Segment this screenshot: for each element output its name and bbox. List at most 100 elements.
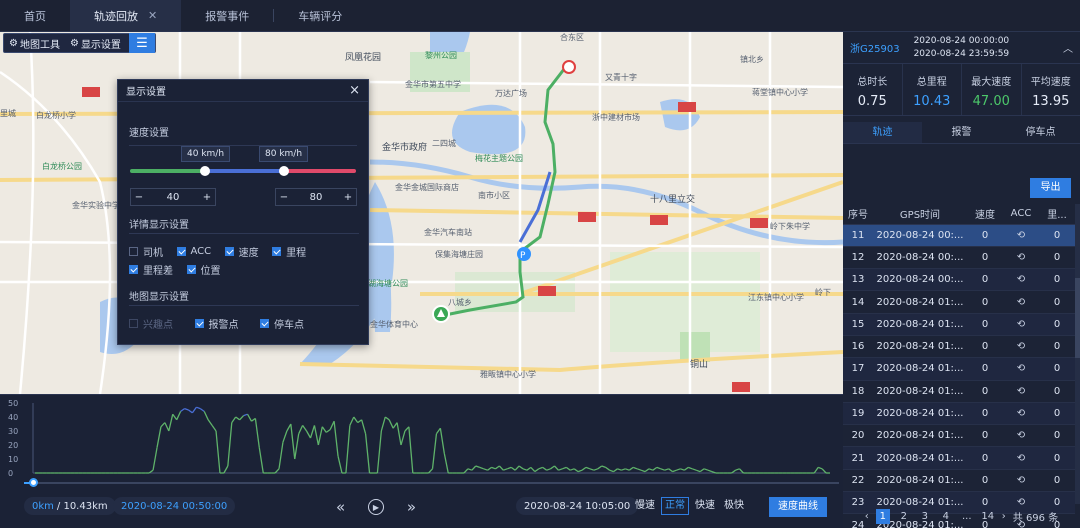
map-label: 里城 xyxy=(0,109,16,118)
checkbox-alarm-points[interactable]: 报警点 xyxy=(194,316,239,331)
checkbox-label: 停车点 xyxy=(274,320,304,331)
plus-icon[interactable]: + xyxy=(340,192,356,203)
minus-icon[interactable]: − xyxy=(276,192,292,203)
checkbox-box xyxy=(186,265,196,274)
page-button[interactable]: 14 xyxy=(981,509,995,524)
current-time-display: 2020-08-24 00:50:00 xyxy=(113,497,236,515)
checkbox-driver[interactable]: 司机 xyxy=(129,244,163,259)
low-speed-handle[interactable] xyxy=(200,166,210,176)
tab-home[interactable]: 首页 xyxy=(0,0,70,31)
map-label: 保集海塘庄园 xyxy=(435,250,483,259)
speed-line-segment xyxy=(514,465,520,471)
map-label: 十八里立交 xyxy=(650,195,696,205)
high-speed-value[interactable]: 80 xyxy=(292,192,340,203)
table-row[interactable]: 16 2020-08-24 01:... 0 ⟲ 0 xyxy=(843,335,1075,359)
menu-icon[interactable]: ☰ xyxy=(128,33,155,53)
page-button[interactable]: 4 xyxy=(939,509,953,524)
page-button[interactable]: 2 xyxy=(897,509,911,524)
scrollbar-thumb[interactable] xyxy=(1075,278,1080,358)
checkbox-location[interactable]: 位置 xyxy=(186,262,221,277)
map-label: 金华体育中心 xyxy=(370,320,418,329)
chevron-up-icon[interactable]: ︿ xyxy=(1063,40,1073,55)
row-mileage: 0 xyxy=(1039,446,1075,470)
plus-icon[interactable]: + xyxy=(199,192,215,203)
play-icon[interactable]: ▶ xyxy=(368,499,384,515)
speed-fast-button[interactable]: 快速 xyxy=(692,497,718,515)
close-icon[interactable]: × xyxy=(349,83,360,98)
speed-line-segment xyxy=(640,469,646,473)
high-speed-stepper[interactable]: − 80 + xyxy=(275,188,357,206)
low-speed-value[interactable]: 40 xyxy=(147,192,199,203)
table-row[interactable]: 14 2020-08-24 01:... 0 ⟲ 0 xyxy=(843,290,1075,314)
table-row[interactable]: 12 2020-08-24 00:... 0 ⟲ 0 xyxy=(843,246,1075,270)
end-time-display: 2020-08-24 10:05:00 xyxy=(516,497,639,515)
tab-track-playback[interactable]: 轨迹回放 ✕ xyxy=(70,0,182,31)
speed-line-segment xyxy=(628,466,634,471)
display-settings-button[interactable]: ⚙ 显示设置 xyxy=(65,36,126,51)
current-time: 2020-08-24 00:50:00 xyxy=(121,500,228,512)
speed-line-segment xyxy=(191,406,197,414)
speed-line-segment xyxy=(152,447,158,471)
table-row[interactable]: 20 2020-08-24 01:... 0 ⟲ 0 xyxy=(843,424,1075,448)
chevron-right-icon[interactable]: › xyxy=(1002,511,1006,522)
map-label: 八城乡 xyxy=(448,298,472,307)
speed-ultra-button[interactable]: 极快 xyxy=(721,497,747,515)
speed-normal-button[interactable]: 正常 xyxy=(661,497,689,515)
speed-line-segment xyxy=(699,468,705,473)
low-speed-stepper[interactable]: − 40 + xyxy=(130,188,216,206)
table-row[interactable]: 19 2020-08-24 01:... 0 ⟲ 0 xyxy=(843,402,1075,426)
fast-forward-icon[interactable]: » xyxy=(407,498,416,516)
checkbox-speed[interactable]: 速度 xyxy=(224,244,259,259)
table-row[interactable]: 21 2020-08-24 01:... 0 ⟲ 0 xyxy=(843,446,1075,470)
checkbox-label: 报警点 xyxy=(208,320,239,331)
row-speed: 0 xyxy=(967,469,1003,493)
page-button[interactable]: 3 xyxy=(918,509,932,524)
tab-vehicle-score[interactable]: 车辆评分 xyxy=(274,0,366,31)
table-scrollbar[interactable] xyxy=(1075,204,1080,504)
speed-line-segment xyxy=(282,430,288,443)
row-speed: 0 xyxy=(967,446,1003,470)
minus-icon[interactable]: − xyxy=(131,192,147,203)
playback-progress-track[interactable] xyxy=(24,482,839,484)
playback-progress-handle[interactable] xyxy=(29,478,38,487)
speed-line-segment xyxy=(703,468,709,471)
table-row[interactable]: 18 2020-08-24 01:... 0 ⟲ 0 xyxy=(843,380,1075,403)
acc-icon: ⟲ xyxy=(1003,313,1039,336)
speed-line-segment xyxy=(388,419,394,429)
mileage-total: / 10.43km xyxy=(56,500,108,512)
acc-icon: ⟲ xyxy=(1003,469,1039,493)
page-button[interactable]: 1 xyxy=(875,509,890,524)
table-row[interactable]: 11 2020-08-24 00:... 0 ⟲ 0 xyxy=(843,224,1075,247)
speed-line-segment xyxy=(184,407,189,411)
table-row[interactable]: 22 2020-08-24 01:... 0 ⟲ 0 xyxy=(843,469,1075,493)
speed-line-segment xyxy=(672,469,677,473)
speed-line-segment xyxy=(286,423,292,432)
map-tools-label: 地图工具 xyxy=(19,39,60,51)
table-row[interactable]: 15 2020-08-24 01:... 0 ⟲ 0 xyxy=(843,313,1075,336)
speed-curve-button[interactable]: 速度曲线 xyxy=(769,497,827,517)
checkbox-mileage-diff[interactable]: 里程差 xyxy=(129,262,173,277)
table-row[interactable]: 17 2020-08-24 01:... 0 ⟲ 0 xyxy=(843,357,1075,381)
table-row[interactable]: 13 2020-08-24 00:... 0 ⟲ 0 xyxy=(843,268,1075,292)
tab-alarm-events[interactable]: 报警事件 xyxy=(181,0,273,31)
speed-range-slider[interactable] xyxy=(130,169,356,173)
tab-alarm[interactable]: 报警 xyxy=(922,122,1001,143)
settings-header: 显示设置 × xyxy=(118,80,368,102)
rewind-icon[interactable]: « xyxy=(336,498,345,516)
row-speed: 0 xyxy=(967,290,1003,314)
export-button[interactable]: 导出 xyxy=(1030,178,1071,198)
checkbox-parking-points[interactable]: 停车点 xyxy=(260,316,304,331)
tab-parking[interactable]: 停车点 xyxy=(1001,122,1080,143)
chevron-left-icon[interactable]: ‹ xyxy=(865,511,869,522)
row-speed: 0 xyxy=(967,224,1003,247)
close-icon[interactable]: ✕ xyxy=(148,9,157,22)
map-tools-button[interactable]: ⚙ 地图工具 xyxy=(4,36,65,51)
speed-slow-button[interactable]: 慢速 xyxy=(632,497,658,515)
row-gps-time: 2020-08-24 01:... xyxy=(873,424,967,448)
page-ellipsis[interactable]: ... xyxy=(960,509,974,524)
high-speed-handle[interactable] xyxy=(279,166,289,176)
row-mileage: 0 xyxy=(1039,268,1075,292)
checkbox-mileage[interactable]: 里程 xyxy=(272,244,306,259)
tab-track[interactable]: 轨迹 xyxy=(843,122,922,143)
checkbox-acc[interactable]: ACC xyxy=(176,246,211,257)
